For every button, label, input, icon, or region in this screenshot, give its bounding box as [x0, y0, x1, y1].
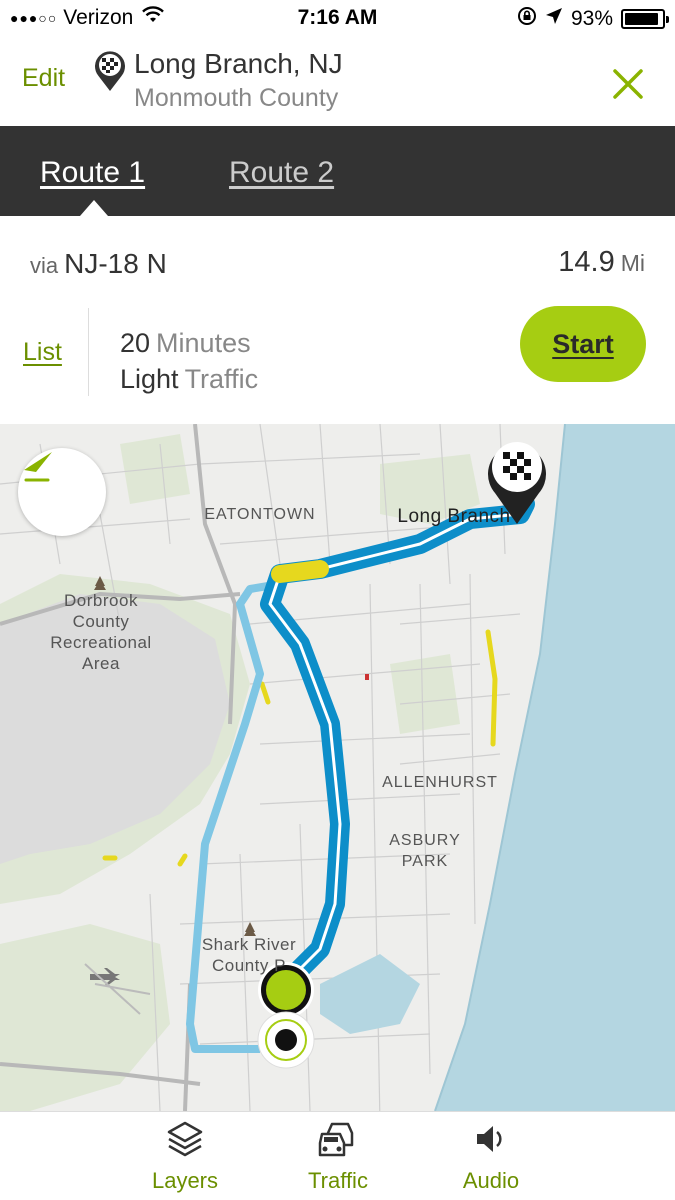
destination-subtitle: Monmouth County: [134, 84, 339, 112]
destination-header: Edit Long Branch, NJ Monmouth County: [0, 38, 675, 126]
traffic-button[interactable]: Traffic: [273, 1112, 403, 1200]
recenter-button[interactable]: [18, 448, 106, 536]
status-bar: ●●●○○ Verizon 7:16 AM 93%: [0, 0, 675, 38]
navigation-app: ●●●○○ Verizon 7:16 AM 93% Edit Long Bran…: [0, 0, 675, 1200]
primary-route: [260, 494, 535, 994]
list-button[interactable]: List: [23, 338, 62, 367]
layers-icon: [165, 1119, 205, 1164]
close-icon[interactable]: [612, 68, 644, 105]
map-label-dorbrook: Dorbrook County Recreational Area: [40, 590, 162, 674]
distance-value: 14.9: [558, 246, 615, 278]
map-label-dorbrook-line-1: Dorbrook: [64, 591, 138, 610]
map-label-dorbrook-line-3: Recreational: [50, 633, 152, 652]
route-summary: via NJ-18 N 14.9 Mi List 20 Minutes Light Tr…: [0, 216, 675, 424]
distance-unit: Mi: [620, 250, 645, 276]
route-traffic: Light Traffic: [120, 364, 258, 395]
edit-button[interactable]: Edit: [22, 64, 65, 93]
map-label-shark-line-2: County P: [212, 956, 286, 975]
bottom-toolbar: Layers Traffic Audio: [0, 1111, 675, 1200]
layers-label: Layers: [151, 1168, 219, 1193]
map-label-allenhurst: ALLENHURST: [382, 774, 498, 791]
battery-percent: 93%: [570, 7, 613, 30]
status-right: 93%: [517, 6, 669, 32]
start-button[interactable]: Start: [520, 306, 646, 382]
traffic-label-bottom: Traffic: [308, 1168, 368, 1193]
shark-river: [320, 954, 420, 1034]
map-label-long-branch: Long Branch: [397, 506, 511, 527]
map-label-asbury-park: ASBURY PARK: [380, 830, 470, 872]
map-label-dorbrook-line-4: Area: [82, 654, 120, 673]
layers-button[interactable]: Layers: [120, 1112, 250, 1200]
duration-label: Minutes: [156, 328, 251, 358]
tab-route-2[interactable]: Route 2: [229, 156, 334, 190]
rotation-lock-icon: [517, 6, 537, 32]
battery-level: [625, 13, 659, 25]
speaker-icon: [471, 1119, 511, 1164]
poi-marker: [365, 674, 369, 680]
cars-icon: [318, 1119, 358, 1164]
current-location-marker: [257, 1011, 315, 1069]
route-via: via NJ-18 N: [30, 248, 167, 280]
map-label-asbury-line-2: PARK: [401, 853, 449, 870]
duration-value: 20: [120, 328, 151, 358]
tab-route-1[interactable]: Route 1: [40, 156, 145, 190]
selected-tab-indicator: [80, 200, 108, 216]
route-duration: 20 Minutes: [120, 328, 251, 359]
map-label-asbury-line-1: ASBURY: [389, 832, 461, 849]
map-label-eatontown: EATONTOWN: [204, 506, 316, 523]
map-canvas: [0, 424, 675, 1111]
map-view[interactable]: EATONTOWN Long Branch Dorbrook County Re…: [0, 424, 675, 1111]
battery-icon: [621, 9, 669, 29]
location-arrow-icon: [545, 7, 563, 31]
via-road: NJ-18 N: [64, 248, 167, 279]
route-distance: 14.9 Mi: [558, 246, 645, 279]
traffic-label: Traffic: [184, 364, 259, 394]
divider: [88, 308, 89, 396]
map-label-shark-river: Shark River County P: [192, 934, 306, 976]
destination-title: Long Branch, NJ: [134, 48, 343, 79]
audio-label: Audio: [462, 1168, 520, 1193]
map-label-dorbrook-line-2: County: [72, 612, 130, 631]
checkered-flag-pin-icon: [93, 50, 127, 97]
audio-button[interactable]: Audio: [426, 1112, 556, 1200]
via-label: via: [30, 253, 59, 278]
map-label-shark-line-1: Shark River: [201, 935, 297, 954]
traffic-value: Light: [120, 364, 179, 394]
